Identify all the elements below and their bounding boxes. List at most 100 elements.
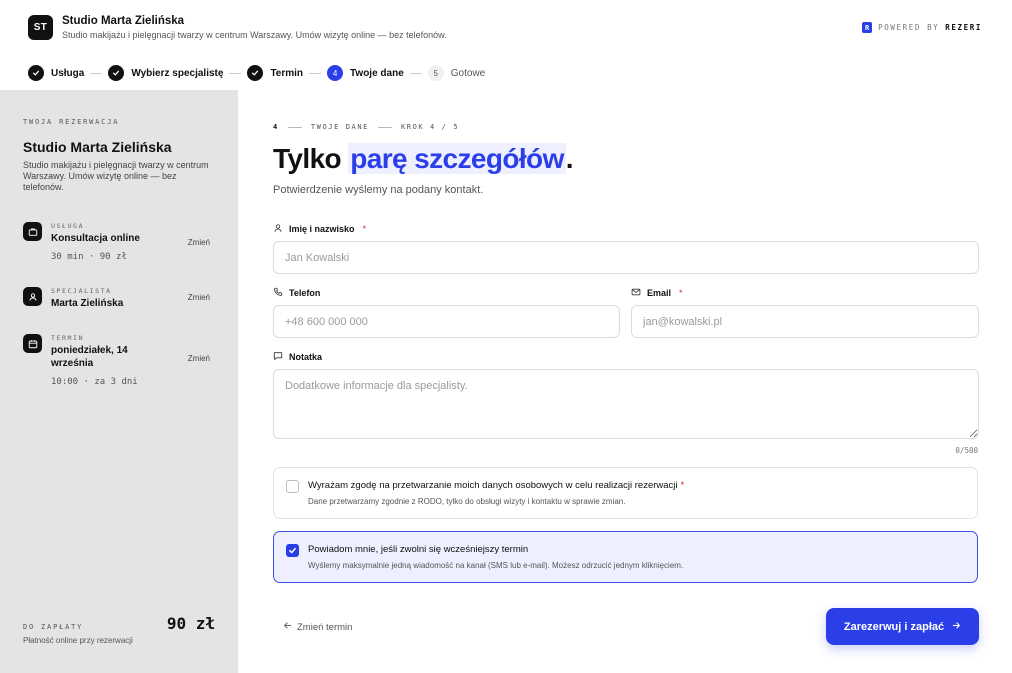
step-label: Usługa [51,67,85,79]
summary-term-meta: 10:00 · za 3 dni [51,377,138,387]
phone-label: Telefon [273,287,320,299]
eyebrow-step-number: 4 [273,123,279,131]
gdpr-consent-title: Wyrażam zgodę na przetwarzanie moich dan… [308,480,684,491]
step-service[interactable]: Usługa [28,65,84,81]
powered-by-prefix: POWERED BY [878,23,940,32]
check-icon [108,65,125,81]
phone-icon [273,287,283,299]
rezeri-logo-icon: R [862,22,873,33]
page-title-suffix: . [565,143,574,174]
studio-tagline: Studio makijażu i pielęgnacji twarzy w c… [62,30,447,40]
note-char-counter: 0/500 [955,446,978,455]
change-term-link[interactable]: Zmień [188,354,210,363]
eyebrow-divider [377,126,392,128]
email-label-text: Email [647,288,672,298]
mail-icon [631,287,641,299]
step-divider [409,72,422,74]
earlier-slot-notify-checkbox[interactable] [286,544,299,557]
page-title: Tylko parę szczegółów. [273,143,574,175]
note-label-text: Notatka [289,352,323,362]
eyebrow-step-count: KROK 4 / 5 [400,123,460,131]
gdpr-consent-text: Wyrażam zgodę na przetwarzanie moich dan… [308,480,678,491]
step-label: Gotowe [450,67,486,79]
gdpr-consent-card[interactable]: Wyrażam zgodę na przetwarzanie moich dan… [273,467,978,519]
earlier-slot-notify-title: Powiadom mnie, jeśli zwolni się wcześnie… [308,544,529,555]
summary-specialist-label: SPECJALISTA [51,287,112,295]
check-icon [28,65,44,81]
step-divider [90,72,103,74]
app-header: ST Studio Marta Zielińska Studio makijaż… [0,0,1012,56]
summary-studio-description: Studio makijażu i pielęgnacji twarzy w c… [23,160,209,192]
step-label: Termin [270,67,304,79]
step-number: 4 [327,65,344,81]
step-divider [309,72,322,74]
change-service-link[interactable]: Zmień [188,238,210,247]
details-form-panel: 4 TWOJE DANE KROK 4 / 5 Tylko parę szcze… [238,90,1012,673]
powered-by[interactable]: R POWERED BY REZERI [862,22,982,33]
summary-service-value: Konsultacja online [51,233,140,244]
name-input[interactable] [273,241,979,274]
summary-eyebrow: TWOJA REZERWACJA [23,118,120,126]
change-specialist-link[interactable]: Zmień [188,293,210,302]
user-icon [273,223,283,235]
step-label: Wybierz specjalistę [131,67,224,79]
submit-button-label: Zarezerwuj i zapłać [843,620,945,633]
powered-by-brand: REZERI [945,23,982,32]
back-link-label: Zmień termin [297,621,353,633]
message-icon [273,351,283,363]
phone-input[interactable] [273,305,620,338]
name-label: Imię i nazwisko * [273,223,366,235]
briefcase-icon [23,222,42,241]
page-title-prefix: Tylko [273,143,349,174]
back-to-term-link[interactable]: Zmień termin [283,621,352,633]
step-specialist[interactable]: Wybierz specjalistę [108,65,223,81]
reservation-summary: TWOJA REZERWACJA Studio Marta Zielińska … [0,90,238,673]
required-marker: * [679,288,683,298]
earlier-slot-notify-description: Wyślemy maksymalnie jedną wiadomość na k… [308,561,684,570]
summary-studio-name: Studio Marta Zielińska [23,139,172,155]
payment-label: DO ZAPŁATY [23,623,84,631]
check-icon [289,547,296,554]
book-and-pay-button[interactable]: Zarezerwuj i zapłać [826,608,979,645]
email-label: Email * [631,287,683,299]
summary-term-label: TERMIN [51,334,85,342]
summary-service-meta: 30 min · 90 zł [51,252,127,262]
summary-term: TERMIN poniedziałek, 14 września 10:00 ·… [23,334,215,390]
step-label: Twoje dane [350,67,404,79]
check-icon [247,65,264,81]
studio-name: Studio Marta Zielińska [62,15,185,27]
summary-service: USŁUGA Konsultacja online 30 min · 90 zł… [23,222,215,267]
eyebrow-section: TWOJE DANE [310,123,369,131]
summary-service-label: USŁUGA [51,222,85,230]
email-input[interactable] [631,305,979,338]
calendar-icon [23,334,42,353]
step-done: 5 Gotowe [427,65,486,81]
payment-note: Płatność online przy rezerwacji [23,636,133,645]
note-label: Notatka [273,351,322,363]
step-your-data: 4 Twoje dane [327,65,404,81]
summary-term-value: poniedziałek, 14 września [51,345,128,369]
phone-label-text: Telefon [289,288,321,298]
gdpr-consent-description: Dane przetwarzamy zgodnie z RODO, tylko … [308,497,626,506]
required-marker: * [680,480,685,491]
arrow-right-icon [952,621,961,633]
page-subtitle: Potwierdzenie wyślemy na podany kontakt. [273,184,484,196]
user-icon [23,287,42,306]
payment-amount: 90 zł [166,614,215,633]
step-eyebrow: 4 TWOJE DANE KROK 4 / 5 [273,123,459,131]
page-title-accent: parę szczegółów [348,143,566,174]
eyebrow-divider [287,126,302,128]
gdpr-consent-checkbox[interactable] [286,480,299,493]
studio-logo: ST [28,15,53,40]
summary-specialist-value: Marta Zielińska [51,298,124,309]
note-textarea[interactable] [273,369,979,439]
name-label-text: Imię i nazwisko [289,224,355,234]
booking-stepper: Usługa Wybierz specjalistę Termin 4 Twoj… [28,64,485,82]
required-marker: * [362,224,367,234]
earlier-slot-notify-card[interactable]: Powiadom mnie, jeśli zwolni się wcześnie… [273,531,978,583]
step-number: 5 [427,65,444,81]
arrow-left-icon [283,621,292,633]
step-term[interactable]: Termin [247,65,303,81]
step-divider [229,72,242,74]
summary-specialist: SPECJALISTA Marta Zielińska Zmień [23,287,215,315]
